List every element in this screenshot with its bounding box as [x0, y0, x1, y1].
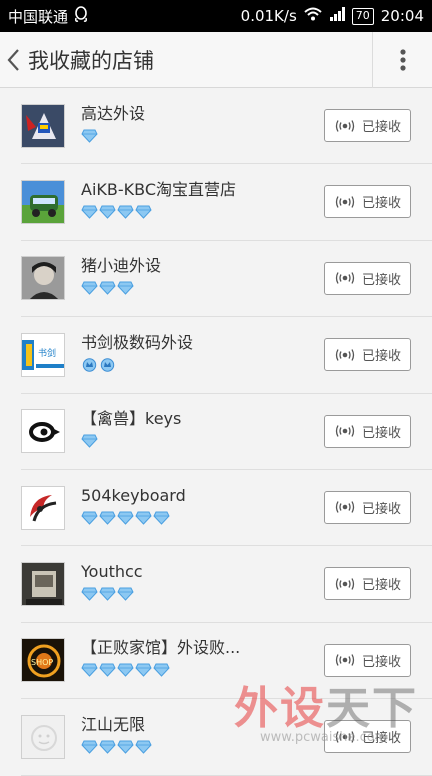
diamond-icon [99, 663, 116, 678]
diamond-icon [81, 740, 98, 754]
store-avatar: SHOP [21, 638, 65, 683]
received-button[interactable]: 已接收 [324, 643, 411, 677]
diamond-icon [135, 205, 152, 219]
diamond-icon [81, 511, 98, 525]
receive-signal-icon [335, 348, 355, 361]
store-list: 高达外设 已接收 AiKB-KBC淘宝直营店 已接收 猪小迪外设 已接收 书剑 … [0, 88, 432, 776]
diamond-icon [81, 205, 98, 219]
diamond-icon [153, 663, 170, 678]
received-button[interactable]: 已接收 [324, 261, 411, 295]
receive-signal-icon [335, 654, 355, 667]
received-button[interactable]: 已接收 [324, 185, 411, 219]
received-label: 已接收 [361, 654, 401, 670]
diamond-icon [117, 740, 134, 754]
receive-signal-icon [335, 578, 355, 590]
app-bar: 我收藏的店铺 [0, 31, 432, 88]
diamond-icon [117, 281, 134, 296]
receive-signal-icon [335, 501, 355, 514]
more-options-button[interactable] [372, 31, 432, 88]
received-button[interactable]: 已接收 [324, 490, 411, 524]
receive-signal-icon [335, 196, 355, 208]
diamond-icon [135, 511, 152, 525]
more-vertical-icon [399, 48, 406, 71]
store-avatar [21, 103, 65, 148]
diamond-icon [99, 281, 116, 296]
diamond-icon [81, 434, 98, 448]
received-button[interactable]: 已接收 [324, 414, 411, 448]
diamond-icon [117, 587, 134, 601]
svg-text:书剑: 书剑 [38, 347, 56, 359]
network-speed: 0.01K/s [240, 7, 297, 25]
store-row[interactable]: 书剑 书剑极数码外设 已接收 [21, 317, 432, 394]
receive-signal-icon [335, 730, 355, 743]
diamond-icon [99, 511, 116, 525]
qq-icon [74, 5, 88, 27]
received-label: 已接收 [361, 425, 401, 441]
back-button[interactable] [0, 32, 28, 88]
wifi-icon [304, 7, 322, 25]
signal-icon [329, 7, 345, 25]
diamond-icon [99, 205, 116, 219]
diamond-icon [117, 205, 134, 219]
store-row[interactable]: 猪小迪外设 已接收 [21, 241, 432, 318]
received-label: 已接收 [361, 349, 401, 365]
diamond-icon [99, 740, 116, 754]
received-label: 已接收 [361, 196, 401, 212]
diamond-icon [81, 587, 98, 601]
crown-icon [82, 358, 97, 372]
store-avatar: 书剑 [21, 332, 65, 377]
diamond-icon [117, 511, 134, 525]
store-avatar [21, 714, 65, 759]
received-button[interactable]: 已接收 [324, 109, 411, 142]
carrier-label: 中国联通 [8, 7, 69, 26]
store-row[interactable]: 504keyboard 已接收 [21, 470, 432, 547]
store-avatar [21, 256, 65, 301]
diamond-icon [81, 129, 98, 143]
diamond-icon [99, 587, 116, 601]
store-avatar [21, 562, 65, 607]
diamond-icon [81, 281, 98, 296]
store-row[interactable]: SHOP 【正败家馆】外设败... 已接收 [21, 623, 432, 700]
receive-signal-icon [335, 272, 355, 285]
store-row[interactable]: 高达外设 已接收 [21, 88, 432, 165]
page-title: 我收藏的店铺 [28, 48, 154, 73]
received-label: 已接收 [361, 731, 401, 747]
store-row[interactable]: 江山无限 已接收 [21, 699, 432, 776]
store-row[interactable]: AiKB-KBC淘宝直营店 已接收 [21, 164, 432, 241]
received-label: 已接收 [361, 120, 401, 135]
diamond-icon [81, 663, 98, 678]
svg-text:SHOP: SHOP [31, 658, 53, 667]
received-label: 已接收 [361, 578, 401, 594]
receive-signal-icon [335, 425, 355, 437]
chevron-left-icon [7, 48, 19, 71]
received-button[interactable]: 已接收 [324, 567, 411, 601]
store-avatar [21, 409, 65, 454]
diamond-icon [135, 740, 152, 754]
received-label: 已接收 [361, 272, 401, 288]
battery-indicator: 70 [351, 7, 374, 25]
store-row[interactable]: Youthcc 已接收 [21, 546, 432, 623]
crown-icon [100, 358, 115, 372]
diamond-icon [117, 663, 134, 678]
received-button[interactable]: 已接收 [324, 720, 411, 754]
store-row[interactable]: 【禽兽】keys 已接收 [21, 394, 432, 470]
clock: 20:04 [380, 7, 424, 25]
receive-signal-icon [335, 119, 355, 132]
received-button[interactable]: 已接收 [324, 338, 411, 372]
diamond-icon [135, 663, 152, 678]
diamond-icon [153, 511, 170, 525]
store-avatar [21, 485, 65, 530]
received-label: 已接收 [361, 501, 401, 517]
status-bar: 中国联通 0.01K/s 70 20:04 [0, 0, 432, 32]
store-avatar [21, 180, 65, 225]
